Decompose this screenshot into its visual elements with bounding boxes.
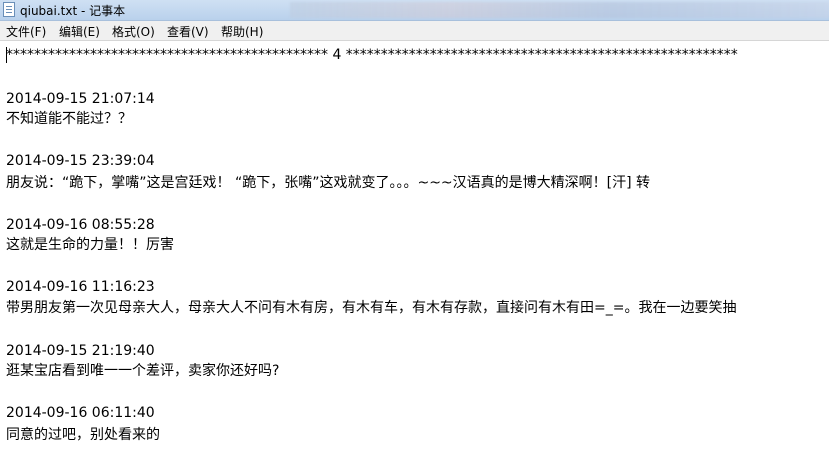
window-title: qiubai.txt - 记事本 xyxy=(20,4,126,18)
menu-file[interactable]: 文件(F) xyxy=(6,23,46,40)
menu-view[interactable]: 查看(V) xyxy=(167,23,209,40)
entry-text: 不知道能不能过？？ xyxy=(6,111,132,127)
entry-text: 这就是生命的力量！！厉害 xyxy=(6,237,174,253)
entry-text: 逛某宝店看到唯一一个差评，卖家你还好吗? xyxy=(6,363,280,379)
entry-timestamp: 2014-09-16 06:11:40 xyxy=(6,405,155,421)
menu-help[interactable]: 帮助(H) xyxy=(221,23,263,40)
title-bar: qiubai.txt - 记事本 xyxy=(0,0,829,21)
notepad-icon xyxy=(3,2,15,17)
entry-text: 带男朋友第一次见母亲大人，母亲大人不问有木有房，有木有车，有木有存款，直接问有木… xyxy=(6,300,737,316)
menu-bar: 文件(F) 编辑(E) 格式(O) 查看(V) 帮助(H) xyxy=(0,21,829,41)
menu-edit[interactable]: 编辑(E) xyxy=(59,23,100,40)
entry-timestamp: 2014-09-16 08:55:28 xyxy=(6,217,155,233)
text-editor[interactable]: ****************************************… xyxy=(0,41,829,459)
background-taskbar-tabs xyxy=(290,2,829,18)
entry-text: 同意的过吧，别处看来的 xyxy=(6,427,160,443)
menu-format[interactable]: 格式(O) xyxy=(112,23,155,40)
entry-text: 朋友说：“跪下，掌嘴”这是宫廷戏！ “跪下，张嘴”这戏就变了。。。~~~汉语真的… xyxy=(6,175,651,191)
entry-timestamp: 2014-09-15 23:39:04 xyxy=(6,153,155,169)
entry-timestamp: 2014-09-15 21:19:40 xyxy=(6,343,155,359)
separator-line: ****************************************… xyxy=(6,47,738,63)
entry-timestamp: 2014-09-16 11:16:23 xyxy=(6,279,155,295)
entry-timestamp: 2014-09-15 21:07:14 xyxy=(6,91,155,107)
